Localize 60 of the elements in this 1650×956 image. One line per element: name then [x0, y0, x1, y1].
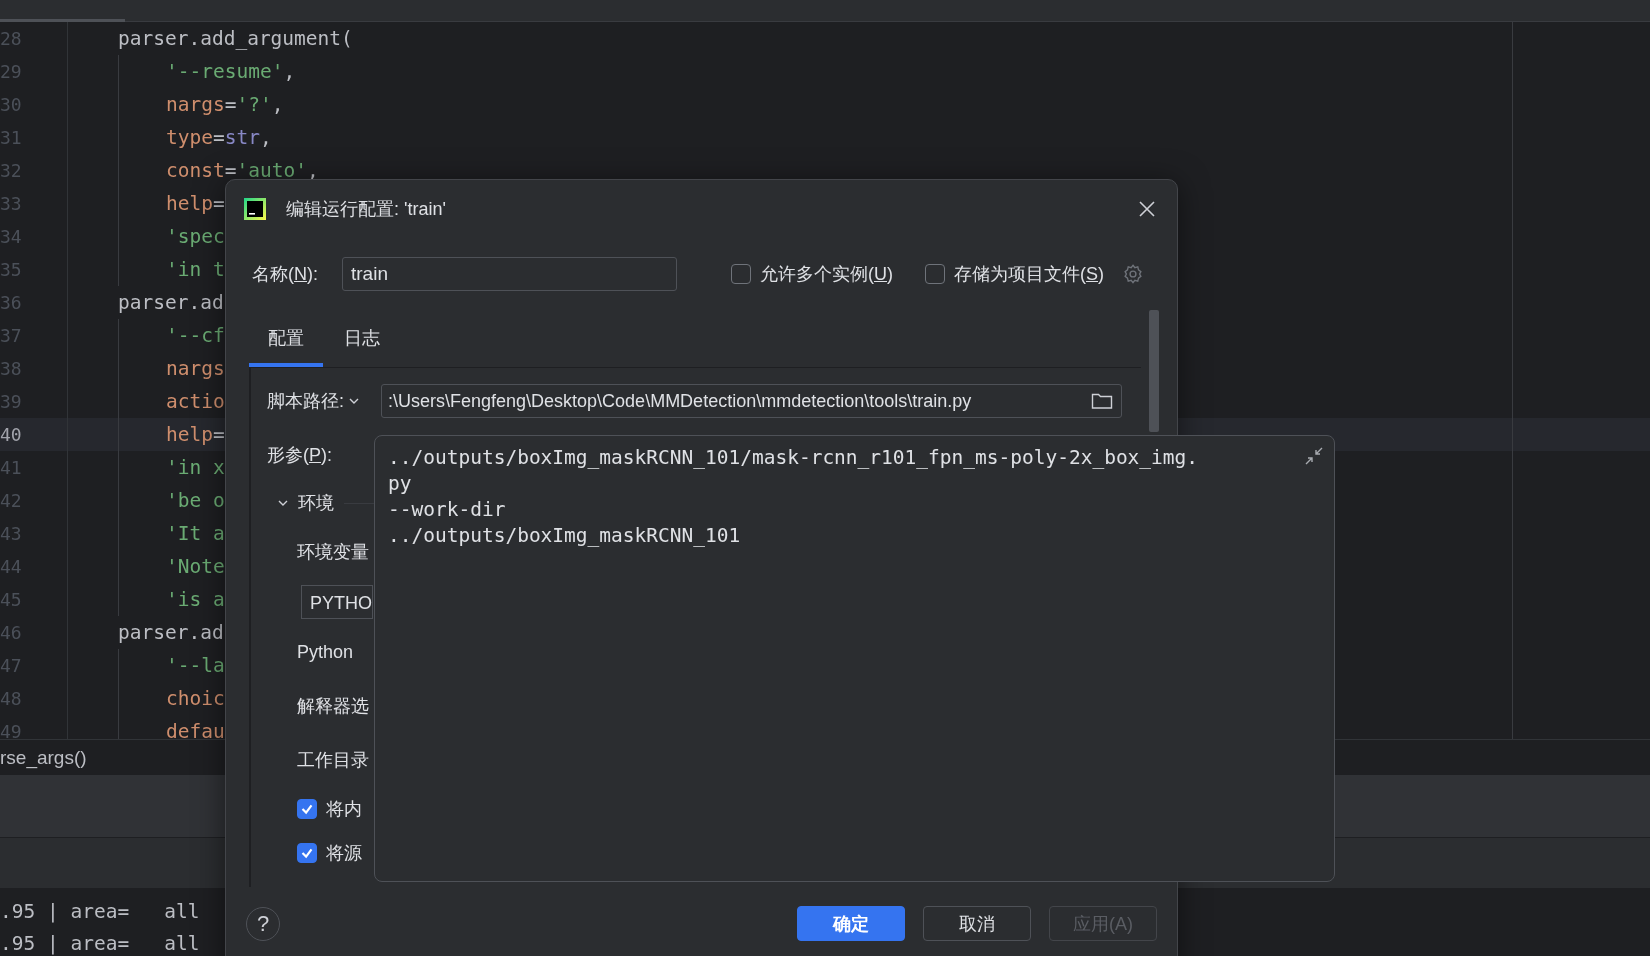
- code-text: defau: [166, 719, 225, 740]
- dialog-button[interactable]: 取消: [923, 906, 1031, 941]
- console-line: .95 | area= all: [0, 932, 200, 956]
- code-text: parser.ad: [118, 620, 224, 644]
- code-text: '--resume',: [166, 59, 296, 83]
- code-text: 'spec: [166, 224, 225, 248]
- line-number: 40: [0, 423, 23, 445]
- code-text: 'in t: [166, 257, 225, 281]
- code-text: parser.add_argument(: [118, 26, 353, 50]
- code-text: help=: [166, 422, 225, 446]
- checkbox-label: 将内: [326, 798, 362, 821]
- code-text: nargs: [166, 356, 225, 380]
- checkbox-label: 允许多个实例(U): [760, 263, 893, 286]
- code-text: help=: [166, 191, 225, 215]
- code-text: rse_args(): [0, 746, 87, 769]
- code-text: 'be o: [166, 488, 225, 512]
- settings-icon[interactable]: [1122, 263, 1144, 285]
- checkbox[interactable]: [297, 799, 317, 819]
- scrollbar[interactable]: [1149, 310, 1159, 432]
- code-text: 'It a: [166, 521, 225, 545]
- script-path-field[interactable]: :\Users\Fengfeng\Desktop\Code\MMDetection\mmdetection\tools\train.py: [381, 384, 1122, 418]
- console-line: .95 | area= all: [0, 900, 200, 924]
- app-icon: [244, 198, 266, 220]
- code-text: nargs='?',: [166, 92, 284, 116]
- name-label: 名称(N):: [252, 263, 319, 286]
- checkbox-label: 将源: [326, 842, 362, 865]
- checkbox-label: 存储为项目文件(S): [954, 263, 1104, 286]
- arguments-editor[interactable]: ../outputs/boxImg_maskRCNN_101/mask-rcnn_r101_fpn_ms-poly-2x_box_img. py --work-dir ../outputs/boxImg_maskRCNN_101: [374, 435, 1335, 882]
- code-text: type=str,: [166, 125, 272, 149]
- code-text: '--cf: [166, 323, 225, 347]
- collapse-icon[interactable]: [1304, 446, 1324, 466]
- dialog-title: 编辑运行配置: 'train': [286, 198, 446, 221]
- parameters-label: 形参(P):: [267, 444, 332, 467]
- argument-text: --work-dir: [388, 497, 507, 523]
- argument-text: ../outputs/boxImg_maskRCNN_101/mask-rcnn_r101_fpn_ms-poly-2x_box_img.: [388, 445, 1200, 471]
- code-text: choic: [166, 686, 225, 710]
- folder-icon[interactable]: [1091, 392, 1113, 410]
- argument-text: py: [388, 471, 413, 497]
- checkbox[interactable]: [731, 264, 751, 284]
- field-label: Python: [297, 641, 354, 663]
- checkbox[interactable]: [925, 264, 945, 284]
- env-vars-field[interactable]: PYTHO: [301, 585, 373, 619]
- script-type-dropdown[interactable]: 脚本路径:: [267, 389, 381, 413]
- code-text: 'in x: [166, 455, 225, 479]
- argument-text: ../outputs/boxImg_maskRCNN_101: [388, 523, 742, 549]
- field-label: 环境变量: [297, 541, 369, 564]
- tab[interactable]: 日志: [325, 312, 399, 367]
- name-field[interactable]: train: [342, 257, 677, 291]
- close-button[interactable]: [1137, 199, 1157, 219]
- field-label: 工作目录: [297, 749, 369, 772]
- code-text: actio: [166, 389, 225, 413]
- code-text: '--la: [166, 653, 225, 677]
- field-label: 解释器选: [297, 695, 369, 718]
- code-text: parser.ad: [118, 290, 224, 314]
- tab[interactable]: 配置: [249, 312, 323, 367]
- dialog-button[interactable]: 确定: [797, 906, 905, 941]
- code-text: 'Note: [166, 554, 225, 578]
- section-toggle[interactable]: 环境: [277, 491, 334, 515]
- checkbox[interactable]: [297, 843, 317, 863]
- code-text: 'is a: [166, 587, 225, 611]
